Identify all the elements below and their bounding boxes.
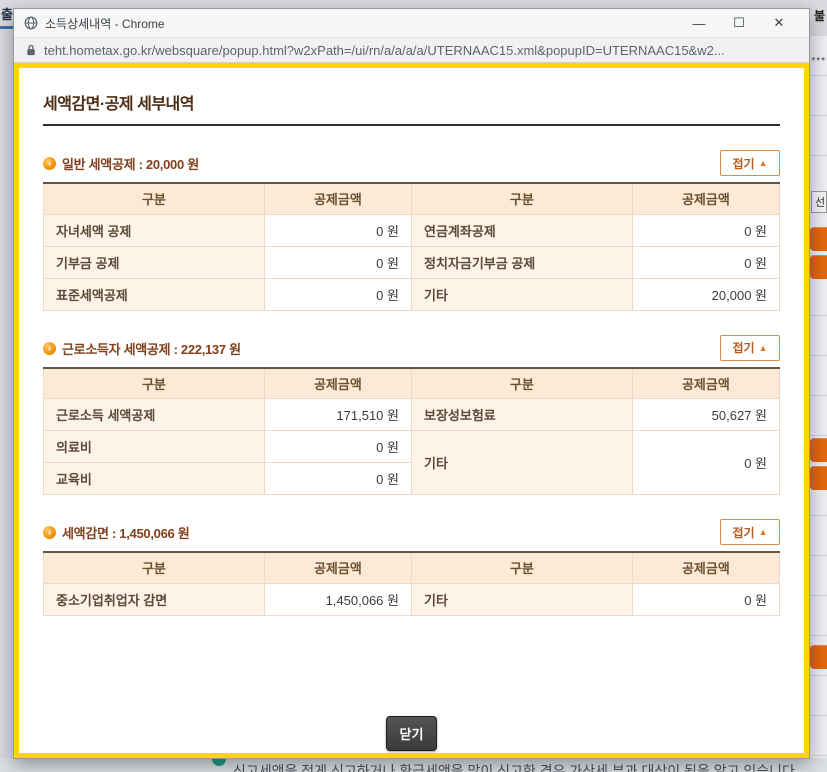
tax-credit-table: 구분 공제금액 구분 공제금액 자녀세액 공제 0 원 연금계좌공제 0 원 기… (43, 182, 780, 311)
row-label: 의료비 (44, 431, 265, 463)
section-heading: 일반 세액공제 : 20,000 원 (62, 154, 199, 173)
chevron-up-icon: ▲ (759, 343, 768, 353)
row-value: 0 원 (632, 431, 779, 495)
column-header: 공제금액 (632, 552, 779, 583)
table-row: 기부금 공제 0 원 정치자금기부금 공제 0 원 (44, 246, 780, 278)
background-disclaimer-text: 신고세액을 적게 신고하거나 환급세액을 많이 신고한 경우 가산세 부과 대상… (233, 761, 799, 772)
column-header: 공제금액 (632, 183, 779, 214)
row-value: 0 원 (632, 214, 779, 246)
row-label: 보장성보험료 (411, 399, 632, 431)
globe-icon (24, 16, 38, 30)
column-header: 공제금액 (632, 368, 779, 399)
column-header: 구분 (411, 183, 632, 214)
chevron-up-icon: ▲ (759, 527, 768, 537)
page-title: 세액감면·공제 세부내역 (43, 90, 780, 114)
section-bullet-icon: › (43, 526, 56, 539)
table-header-row: 구분 공제금액 구분 공제금액 (44, 183, 780, 214)
row-value: 0 원 (264, 246, 411, 278)
row-label: 기부금 공제 (44, 246, 265, 278)
close-button[interactable]: 닫기 (386, 716, 438, 751)
background-select-button: 선 (811, 191, 827, 213)
row-label: 자녀세액 공제 (44, 214, 265, 246)
chevron-up-icon: ▲ (759, 158, 768, 168)
table-header-row: 구분 공제금액 구분 공제금액 (44, 368, 780, 399)
background-left-underline (0, 26, 14, 29)
collapse-label: 접기 (732, 524, 754, 541)
table-row: 중소기업취업자 감면 1,450,066 원 기타 0 원 (44, 583, 780, 615)
table-row: 자녀세액 공제 0 원 연금계좌공제 0 원 (44, 214, 780, 246)
table-header-row: 구분 공제금액 구분 공제금액 (44, 552, 780, 583)
row-label: 기타 (411, 278, 632, 310)
background-top-right-text: 불 (814, 7, 825, 24)
section-general-tax-credit: › 일반 세액공제 : 20,000 원 접기 ▲ 구분 공제금액 구분 공제금… (43, 148, 780, 311)
column-header: 공제금액 (264, 183, 411, 214)
section-earned-income-tax-credit: › 근로소득자 세액공제 : 222,137 원 접기 ▲ 구분 공제금액 구분… (43, 333, 780, 496)
address-bar[interactable]: teht.hometax.go.kr/websquare/popup.html?… (14, 37, 809, 63)
row-value: 0 원 (632, 246, 779, 278)
column-header: 구분 (44, 552, 265, 583)
background-masked-text: *** (811, 56, 826, 67)
collapse-label: 접기 (732, 339, 754, 356)
column-header: 구분 (411, 552, 632, 583)
row-value: 1,450,066 원 (264, 583, 411, 615)
window-title: 소득상세내역 - Chrome (45, 15, 165, 32)
section-bullet-icon: › (43, 342, 56, 355)
row-label: 기타 (411, 431, 632, 495)
row-label: 정치자금기부금 공제 (411, 246, 632, 278)
collapse-button[interactable]: 접기 ▲ (720, 519, 780, 545)
row-label: 근로소득 세액공제 (44, 399, 265, 431)
collapse-button[interactable]: 접기 ▲ (720, 150, 780, 176)
background-orange-button (810, 255, 827, 279)
section-heading: 세액감면 : 1,450,066 원 (62, 523, 189, 542)
background-left-text: 출 (1, 4, 13, 23)
table-row: 근로소득 세액공제 171,510 원 보장성보험료 50,627 원 (44, 399, 780, 431)
section-tax-reduction: › 세액감면 : 1,450,066 원 접기 ▲ 구분 공제금액 구분 공제금… (43, 517, 780, 616)
window-titlebar: 소득상세내역 - Chrome — ☐ ✕ (14, 9, 809, 37)
collapse-label: 접기 (732, 155, 754, 172)
background-orange-button (810, 645, 827, 669)
row-value: 0 원 (632, 583, 779, 615)
lock-icon (26, 44, 36, 56)
collapse-button[interactable]: 접기 ▲ (720, 335, 780, 361)
column-header: 구분 (44, 368, 265, 399)
row-value: 20,000 원 (632, 278, 779, 310)
row-label: 기타 (411, 583, 632, 615)
background-orange-button (810, 227, 827, 251)
row-value: 0 원 (264, 214, 411, 246)
table-row: 의료비 0 원 기타 0 원 (44, 431, 780, 463)
maximize-button[interactable]: ☐ (719, 15, 759, 31)
row-value: 0 원 (264, 431, 411, 463)
column-header: 공제금액 (264, 552, 411, 583)
minimize-button[interactable]: — (679, 16, 719, 31)
url-text: teht.hometax.go.kr/websquare/popup.html?… (44, 43, 725, 58)
title-divider (43, 124, 780, 126)
row-label: 교육비 (44, 463, 265, 495)
row-value: 171,510 원 (264, 399, 411, 431)
table-row: 표준세액공제 0 원 기타 20,000 원 (44, 278, 780, 310)
background-orange-button (810, 438, 827, 462)
row-label: 중소기업취업자 감면 (44, 583, 265, 615)
column-header: 구분 (411, 368, 632, 399)
row-value: 0 원 (264, 278, 411, 310)
row-value: 50,627 원 (632, 399, 779, 431)
row-label: 연금계좌공제 (411, 214, 632, 246)
column-header: 공제금액 (264, 368, 411, 399)
tax-credit-table: 구분 공제금액 구분 공제금액 근로소득 세액공제 171,510 원 보장성보… (43, 367, 780, 496)
section-heading: 근로소득자 세액공제 : 222,137 원 (62, 339, 241, 358)
background-orange-button (810, 466, 827, 490)
section-bullet-icon: › (43, 157, 56, 170)
tax-reduction-table: 구분 공제금액 구분 공제금액 중소기업취업자 감면 1,450,066 원 기… (43, 551, 780, 616)
row-value: 0 원 (264, 463, 411, 495)
popup-content: 세액감면·공제 세부내역 › 일반 세액공제 : 20,000 원 접기 ▲ 구… (14, 63, 809, 758)
popup-window: 소득상세내역 - Chrome — ☐ ✕ teht.hometax.go.kr… (13, 8, 810, 759)
row-label: 표준세액공제 (44, 278, 265, 310)
close-window-button[interactable]: ✕ (759, 15, 799, 31)
column-header: 구분 (44, 183, 265, 214)
